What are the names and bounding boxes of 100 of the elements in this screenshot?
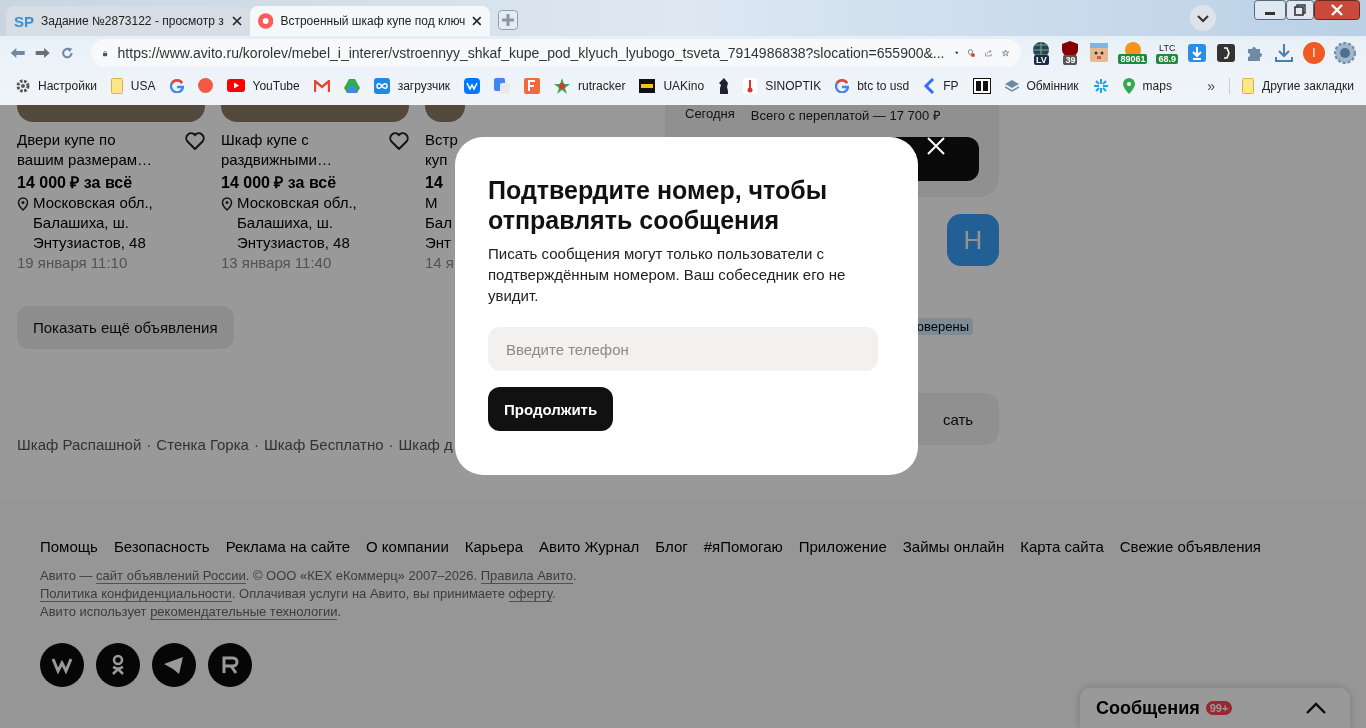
footer-link[interactable]: Помощь xyxy=(40,538,98,555)
extension-badge: LV xyxy=(1034,55,1049,65)
extension-button[interactable]: LTC 68.9 xyxy=(1156,42,1178,64)
close-icon[interactable] xyxy=(472,16,482,26)
bookmark-item[interactable]: SINOPTIK xyxy=(743,77,822,94)
footer-link[interactable]: Карьера xyxy=(464,538,524,555)
footer-link[interactable]: Приложение xyxy=(798,538,887,555)
film-icon xyxy=(639,78,656,93)
bookmark-label: Настройки xyxy=(38,78,97,93)
download-icon xyxy=(1274,43,1294,63)
bookmark-item[interactable] xyxy=(718,77,730,94)
bookmark-folder[interactable]: Другие закладки xyxy=(1229,77,1354,94)
address-text: https://www.avito.ru/korolev/mebel_i_interer/vstroennyy_shkaf_kupe_pod_klyuch_lyubogo_tsveta_7914986838?slocation=655900&... xyxy=(117,45,945,61)
browser-tab[interactable]: Встроенный шкаф купе под ключ xyxy=(250,6,490,36)
restore-icon[interactable] xyxy=(1286,0,1314,20)
infinity-icon xyxy=(373,77,390,94)
ok-icon[interactable] xyxy=(96,643,140,687)
listing-location: Московская обл., Балашиха, ш. Энтузиастов, 48 xyxy=(33,193,154,253)
extension-badge: 68.9 xyxy=(1156,54,1178,64)
listing-location: Московская обл., Балашиха, ш. Энтузиастов, 48 xyxy=(237,193,358,253)
listing-location: Бал xyxy=(425,213,453,233)
footer-link[interactable]: Займы онлайн xyxy=(902,538,1005,555)
dialog-text: Писать сообщения могут только пользователи с подтверждённым номером. Ваш собеседник его не увидит. xyxy=(488,244,847,306)
footer-link[interactable]: Реклама на сайте xyxy=(225,538,351,555)
g-logo-icon xyxy=(169,78,184,93)
continue-button[interactable]: Продолжить xyxy=(488,387,614,431)
star-icon xyxy=(554,77,571,94)
payment-total: Всего с переплатой — 17 700 ₽ xyxy=(750,107,941,124)
bookmark-item[interactable]: rutracker xyxy=(554,77,626,94)
browser-tab[interactable]: SP Задание №2873122 - просмотр з xyxy=(6,6,250,36)
extension-button[interactable]: 89061 xyxy=(1118,42,1148,64)
telegram-icon[interactable] xyxy=(152,643,196,687)
legal-link[interactable]: Политика конфиденциальности xyxy=(40,586,232,602)
map-pin-icon xyxy=(1122,77,1135,94)
minimize-icon[interactable] xyxy=(1254,0,1286,20)
new-tab-icon[interactable] xyxy=(498,10,518,30)
chevron-up-icon[interactable] xyxy=(1306,702,1326,714)
tab-favicon: SP xyxy=(14,12,34,30)
extension-badge: 39 xyxy=(1063,55,1078,65)
separator-dot: · xyxy=(388,436,394,453)
phone-input[interactable]: Введите телефон xyxy=(488,327,878,371)
related-link[interactable]: Шкаф Распашной xyxy=(17,436,142,453)
more-bookmarks-button[interactable]: » xyxy=(1207,77,1216,94)
messages-panel[interactable]: Сообщения 99+ xyxy=(1080,688,1350,728)
address-bar[interactable]: https://www.avito.ru/korolev/mebel_i_interer/vstroennyy_shkaf_kupe_pod_klyuch_lyubogo_tsveta_7914986838?slocation=655900&... xyxy=(91,39,1022,67)
show-more-button[interactable]: Показать ещё объявления xyxy=(17,306,234,349)
bookmark-item[interactable]: загрузчик xyxy=(373,77,451,94)
extension-button[interactable] xyxy=(1216,44,1236,62)
photo-placeholder xyxy=(425,105,465,122)
translate-icon xyxy=(494,77,511,94)
bookmark-item[interactable]: USA xyxy=(110,77,156,94)
puzzle-icon xyxy=(1246,44,1264,62)
dialog-title: Подтвердите номер, чтобы отправлять сообщения xyxy=(488,175,829,235)
bookmark-label: USA xyxy=(130,78,156,93)
listing-price: 14 xyxy=(425,173,444,193)
legal-link[interactable]: оферту xyxy=(508,586,552,602)
heart-icon[interactable] xyxy=(185,132,205,150)
related-link[interactable]: Шкаф д xyxy=(398,436,453,453)
layers-icon xyxy=(1004,79,1019,92)
write-button[interactable]: сать xyxy=(917,393,999,445)
legal-link[interactable]: сайт объявлений России xyxy=(96,568,246,584)
footer-link[interactable]: Авито Журнал xyxy=(539,538,640,555)
listing-title[interactable]: Шкаф купе с раздвижными… xyxy=(221,130,361,170)
bookmark-item[interactable]: YouTube xyxy=(226,78,300,93)
forward-icon[interactable] xyxy=(35,45,51,61)
chevron-down-icon[interactable] xyxy=(1190,5,1216,31)
footer-link[interactable]: Свежие объявления xyxy=(1119,538,1261,555)
extension-button[interactable]: LV xyxy=(1031,41,1052,65)
heart-icon[interactable] xyxy=(389,132,409,150)
tab-title: Встроенный шкаф купе под ключ xyxy=(280,14,466,28)
footer-link[interactable]: Блог xyxy=(655,538,688,555)
bookmark-item[interactable] xyxy=(972,77,991,94)
close-icon[interactable] xyxy=(232,16,242,26)
bc-icon xyxy=(972,77,991,94)
footer-link[interactable]: Безопасность xyxy=(113,538,210,555)
payment-day: Сегодня xyxy=(685,106,735,124)
extension-button[interactable]: 39 xyxy=(1060,41,1081,65)
related-link[interactable]: Шкаф Бесплатно xyxy=(263,436,384,453)
related-link[interactable]: Стенка Горка xyxy=(156,436,249,453)
bookmark-item[interactable]: btc to usd xyxy=(835,78,910,93)
listing-location: Энт xyxy=(425,233,452,253)
bookmark-item[interactable]: FP xyxy=(923,77,959,94)
close-icon[interactable] xyxy=(1314,0,1360,20)
footer-link[interactable]: #яПомогаю xyxy=(703,538,783,555)
bookmark-label: загрузчик xyxy=(397,78,451,93)
orb-icon xyxy=(1334,42,1356,64)
bracket-icon xyxy=(1217,44,1235,62)
footer-link[interactable]: Карта сайта xyxy=(1020,538,1104,555)
bookmark-item[interactable]: Настройки xyxy=(16,78,97,93)
bookmark-item[interactable]: Обмінник xyxy=(1004,78,1079,93)
footer-link[interactable]: О компании xyxy=(366,538,449,555)
bookmark-item[interactable]: UAKino xyxy=(639,78,705,93)
envelope-icon xyxy=(313,79,330,92)
bookmark-label: FP xyxy=(943,78,959,93)
bookmark-item[interactable]: maps xyxy=(1122,77,1172,94)
listing-title[interactable]: Двери купе по вашим размерам… xyxy=(17,130,157,170)
tab-title: Задание №2873122 - просмотр з xyxy=(41,14,225,28)
listing-price: 14 000 ₽ за всё xyxy=(221,173,338,193)
caret-icon[interactable] xyxy=(954,50,959,56)
bookmark-label: UAKino xyxy=(663,78,705,93)
